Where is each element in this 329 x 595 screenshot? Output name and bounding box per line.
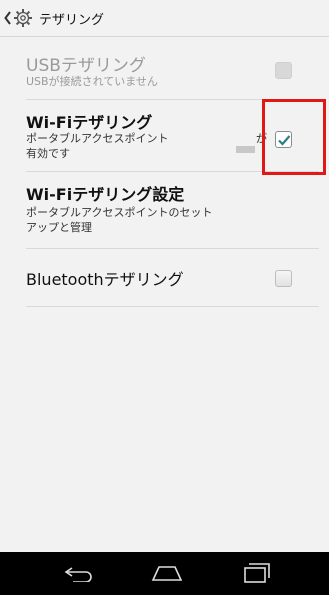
page-title: テザリング: [39, 12, 105, 28]
action-bar: テザリング: [0, 0, 329, 37]
back-icon[interactable]: [63, 566, 95, 582]
usb-tethering-row[interactable]: USBテザリング USBが接続されていません: [26, 47, 319, 100]
recents-icon[interactable]: [243, 562, 271, 584]
home-icon[interactable]: [150, 564, 184, 582]
back-chevron-icon[interactable]: [4, 11, 12, 25]
bluetooth-tethering-title: Bluetoothテザリング: [26, 270, 184, 289]
wifi-tethering-settings-title: Wi-Fiテザリング設定: [26, 185, 185, 204]
navigation-bar: [0, 552, 329, 595]
wifi-tethering-subtitle-line2: 有効です: [26, 147, 70, 160]
usb-tethering-checkbox[interactable]: [275, 62, 292, 79]
wifi-tethering-settings-subtitle-line1: ポータブルアクセスポイントのセット: [26, 206, 213, 219]
gear-icon[interactable]: [13, 8, 33, 28]
bluetooth-tethering-row[interactable]: Bluetoothテザリング: [26, 249, 319, 307]
wifi-tethering-settings-subtitle-line2: アップと管理: [26, 221, 92, 234]
bluetooth-tethering-checkbox[interactable]: [275, 270, 292, 287]
redacted-ssid: [236, 146, 255, 153]
highlight-box: [262, 99, 326, 175]
usb-tethering-subtitle: USBが接続されていません: [26, 75, 158, 88]
wifi-tethering-subtitle-line1: ポータブルアクセスポイント: [26, 132, 169, 145]
usb-tethering-title: USBテザリング: [26, 56, 146, 76]
wifi-tethering-settings-row[interactable]: Wi-Fiテザリング設定 ポータブルアクセスポイントのセット アップと管理: [26, 172, 319, 249]
wifi-tethering-title: Wi-Fiテザリング: [26, 113, 153, 132]
